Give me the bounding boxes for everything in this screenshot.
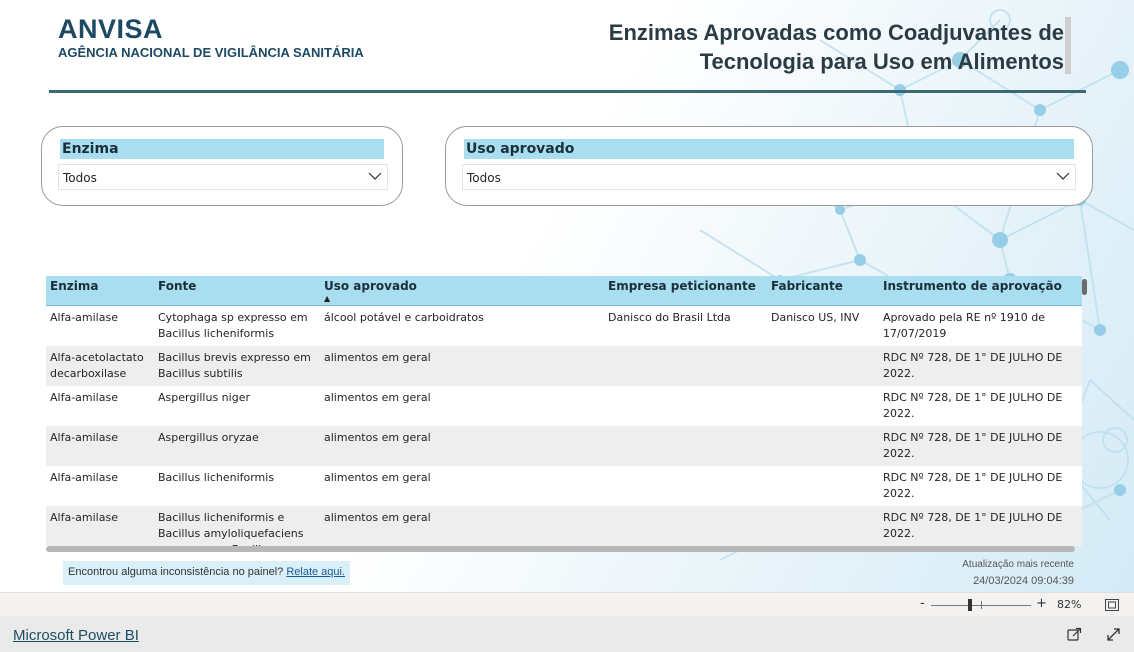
column-header-empresa-peticionante[interactable]: Empresa peticionante (604, 276, 767, 306)
zoom-slider-midmark (981, 601, 982, 609)
title-accent-bar (1065, 17, 1071, 74)
table-row[interactable]: Alfa-amilase Bacillus licheniformis alimen… (46, 465, 1082, 506)
column-header-label: Uso aprovado (324, 279, 417, 293)
uso-aprovado-slicer: Uso aprovado Todos (445, 126, 1093, 206)
header-divider (49, 90, 1086, 93)
uso-aprovado-dropdown[interactable]: Todos (462, 164, 1076, 190)
table-cell: RDC Nº 728, DE 1° DE JULHO DE 2022. (879, 465, 1082, 506)
table-row[interactable]: Alfa-amilase Bacillus licheniformis e Bac… (46, 505, 1082, 546)
enzima-slicer-title: Enzima (60, 139, 384, 159)
report-canvas: ANVISA AGÊNCIA NACIONAL DE VIGILÂNCIA SA… (0, 0, 1134, 592)
table-cell: álcool potável e carboidratos (320, 305, 604, 346)
horizontal-scrollbar[interactable] (46, 546, 1075, 552)
table-cell: alimentos em geral (320, 425, 604, 466)
table-cell: Aspergillus oryzae (154, 425, 320, 466)
column-header-label: Empresa peticionante (608, 279, 756, 293)
table-cell: Alfa-amilase (46, 425, 154, 466)
zoom-out-button[interactable]: - (920, 596, 925, 611)
chevron-down-icon (1056, 172, 1070, 180)
table-cell: Bacillus licheniformis (154, 465, 320, 506)
anvisa-logo-subtitle: AGÊNCIA NACIONAL DE VIGILÂNCIA SANITÁRIA (58, 45, 364, 60)
table-cell: alimentos em geral (320, 505, 604, 546)
report-title-line2: Tecnologia para Uso em Alimentos (699, 49, 1064, 74)
table-header-row: Enzima Fonte Uso aprovado ▲ Empresa peticion… (46, 276, 1082, 306)
zoom-in-button[interactable]: + (1036, 596, 1047, 611)
microsoft-powerbi-link[interactable]: Microsoft Power BI (13, 627, 139, 644)
column-header-fonte[interactable]: Fonte (154, 276, 320, 306)
vertical-scrollbar[interactable] (1082, 279, 1087, 295)
table-cell: Alfa-amilase (46, 385, 154, 426)
chevron-down-icon (368, 172, 382, 180)
fullscreen-icon[interactable] (1106, 627, 1121, 642)
last-update-date: 24/03/2024 09:04:39 (973, 575, 1074, 587)
table-row[interactable]: Alfa-amilase Aspergillus niger alimentos e… (46, 385, 1082, 426)
table-cell (604, 465, 767, 506)
feedback-text: Encontrou alguma inconsistência no paine… (68, 566, 284, 578)
uso-aprovado-dropdown-value: Todos (467, 171, 501, 185)
table-cell: Cytophaga sp expresso em Bacillus lichen… (154, 305, 320, 346)
table-cell: RDC Nº 728, DE 1° DE JULHO DE 2022. (879, 345, 1082, 386)
column-header-label: Fabricante (771, 279, 843, 293)
sort-ascending-icon: ▲ (324, 294, 331, 303)
column-header-fabricante[interactable]: Fabricante (767, 276, 879, 306)
column-header-label: Enzima (50, 279, 99, 293)
table-cell: Alfa-amilase (46, 505, 154, 546)
anvisa-logo-title: ANVISA (58, 14, 164, 44)
table-cell (604, 425, 767, 466)
table-cell: RDC Nº 728, DE 1° DE JULHO DE 2022. (879, 425, 1082, 466)
table-cell (767, 425, 879, 466)
table-cell: Alfa-amilase (46, 305, 154, 346)
table-cell: Aprovado pela RE nº 1910 de 17/07/2019 (879, 305, 1082, 346)
table-cell: Danisco US, INV (767, 305, 879, 346)
table-cell (767, 385, 879, 426)
report-title-line1: Enzimas Aprovadas como Coadjuvantes de (608, 20, 1064, 45)
fit-to-page-icon[interactable] (1105, 599, 1119, 611)
column-header-uso-aprovado[interactable]: Uso aprovado ▲ (320, 276, 604, 306)
feedback-banner: Encontrou alguma inconsistência no paine… (63, 561, 351, 585)
zoom-level: 82% (1057, 598, 1082, 611)
table-row[interactable]: Alfa-amilase Aspergillus oryzae alimentos … (46, 425, 1082, 466)
table-row[interactable]: Alfa-amilase Cytophaga sp expresso em Bac… (46, 305, 1082, 346)
enzima-slicer: Enzima Todos (41, 126, 403, 206)
table-cell: Bacillus brevis expresso em Bacillus sub… (154, 345, 320, 386)
table-cell: Aspergillus niger (154, 385, 320, 426)
table-row[interactable]: Alfa-acetolactato decarboxilase Bacillus … (46, 345, 1082, 386)
table-body: Alfa-amilase Cytophaga sp expresso em Bac… (46, 305, 1082, 546)
table-cell: alimentos em geral (320, 465, 604, 506)
table-cell: RDC Nº 728, DE 1° DE JULHO DE 2022. (879, 505, 1082, 546)
share-icon[interactable] (1067, 627, 1082, 641)
table-cell: Danisco do Brasil Ltda (604, 305, 767, 346)
powerbi-footer: Microsoft Power BI (0, 616, 1134, 652)
enzima-dropdown-value: Todos (63, 171, 97, 185)
table-cell (604, 345, 767, 386)
table-cell (604, 505, 767, 546)
column-header-label: Fonte (158, 279, 197, 293)
table-cell (767, 465, 879, 506)
zoom-bar: - + 82% (0, 592, 1134, 616)
zoom-slider-thumb[interactable] (968, 599, 972, 611)
table-cell: alimentos em geral (320, 345, 604, 386)
uso-aprovado-slicer-title: Uso aprovado (464, 139, 1074, 159)
table-cell (604, 385, 767, 426)
column-header-enzima[interactable]: Enzima (46, 276, 154, 306)
report-title: Enzimas Aprovadas como Coadjuvantes de T… (504, 18, 1064, 76)
enzymes-table: Enzima Fonte Uso aprovado ▲ Empresa peticion… (46, 276, 1082, 546)
column-header-instrumento-de-aprovacao[interactable]: Instrumento de aprovação (879, 276, 1082, 306)
table-cell: RDC Nº 728, DE 1° DE JULHO DE 2022. (879, 385, 1082, 426)
enzima-dropdown[interactable]: Todos (58, 164, 388, 190)
report-issue-link[interactable]: Relate aqui. (286, 566, 345, 578)
table-cell (767, 505, 879, 546)
table-cell (767, 345, 879, 386)
table-cell: Alfa-amilase (46, 465, 154, 506)
last-update-label: Atualização mais recente (962, 559, 1074, 570)
table-cell: Bacillus licheniformis e Bacillus amylol… (154, 505, 320, 546)
table-cell: alimentos em geral (320, 385, 604, 426)
column-header-label: Instrumento de aprovação (883, 279, 1062, 293)
table-cell: Alfa-acetolactato decarboxilase (46, 345, 154, 386)
